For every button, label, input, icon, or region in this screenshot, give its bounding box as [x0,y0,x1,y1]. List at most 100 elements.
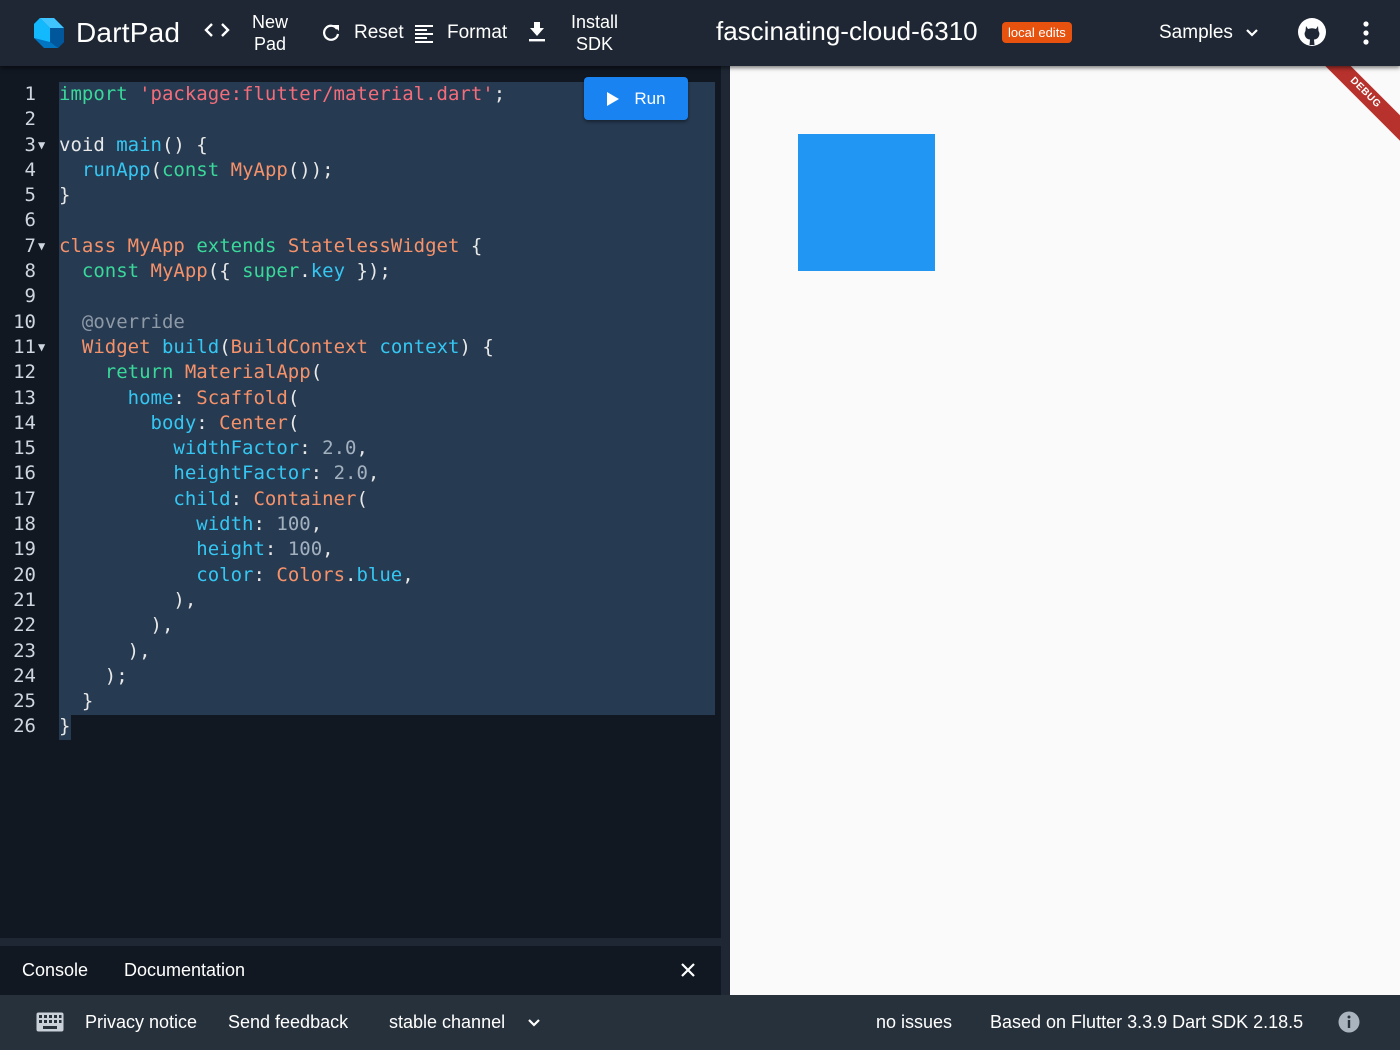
line-number: 4 [24,158,36,181]
horizontal-splitter[interactable] [0,938,721,946]
new-pad-label-1: New [252,12,289,32]
output-preview[interactable]: DEBUG [730,66,1400,995]
code-text: const MyApp({ super.key }); [59,259,391,284]
line-number: 19 [13,538,36,561]
format-button[interactable]: Format [414,22,507,44]
code-token: StatelessWidget [287,234,460,257]
code-token: : [253,563,277,586]
blue-container [798,134,935,271]
play-icon [606,91,634,107]
code-token: : [230,487,254,510]
keyboard-icon [36,1012,64,1032]
channel-dropdown[interactable]: stable channel [389,1012,541,1033]
privacy-notice-link[interactable]: Privacy notice [85,1012,197,1033]
line-number: 20 [13,563,36,586]
code-token: ( [310,361,323,384]
line-number: 21 [13,588,36,611]
code-token: @override [81,310,185,333]
line-number: 8 [24,260,36,283]
install-sdk-button[interactable] [528,22,546,42]
github-button[interactable] [1297,17,1327,47]
code-token: { [459,234,483,257]
code-editor[interactable]: 1 import 'package:flutter/material.dart';… [0,66,721,938]
code-text: ), [59,639,151,664]
code-text: ), [59,588,196,613]
code-token: : [264,538,288,561]
code-token: ()); [287,158,334,181]
code-token: : [253,513,277,536]
reset-button[interactable]: Reset [320,22,404,44]
line-number: 1 [24,83,36,105]
code-token: . [299,260,311,283]
code-text: body: Center( [59,411,300,436]
refresh-icon [320,22,342,44]
code-token: Scaffold [196,386,288,409]
code-token: color [196,563,254,586]
info-button[interactable] [1338,1011,1360,1033]
code-token: extends [196,234,277,257]
fold-arrow-icon[interactable]: ▼ [38,133,45,158]
run-button[interactable]: Run [584,77,688,120]
dartpad-logo[interactable]: DartPad [32,14,180,52]
code-text: width: 100, [59,512,322,537]
samples-dropdown[interactable]: Samples [1159,22,1259,44]
code-token: blue [356,563,403,586]
code-token: runApp [81,158,151,181]
install-sdk-label[interactable]: Install SDK [571,11,618,55]
line-number: 9 [24,285,36,308]
new-pad-label-2: Pad [253,34,287,54]
code-text: class MyApp extends StatelessWidget { [59,234,482,259]
code-token: ), [59,588,197,611]
code-token: } [59,715,71,738]
vertical-splitter[interactable] [721,66,730,995]
line-number: 16 [13,462,36,485]
tab-console[interactable]: Console [22,960,88,981]
pad-title[interactable]: fascinating-cloud-6310 [716,16,978,47]
line-number: 23 [13,639,36,662]
tab-documentation[interactable]: Documentation [124,960,245,981]
code-token: return [104,361,174,384]
install-sdk-label-1: Install [571,12,619,32]
code-token: , [367,462,380,485]
line-number: 3 [24,133,36,156]
code-text: color: Colors.blue, [59,563,413,588]
line-number: 2 [24,108,36,131]
new-pad-button[interactable]: New Pad [252,11,288,55]
code-token: key [310,260,346,283]
close-icon[interactable] [678,960,698,980]
code-token: width [196,513,254,536]
channel-label: stable channel [389,1012,506,1032]
keyboard-shortcuts-button[interactable] [36,1012,64,1032]
fold-arrow-icon[interactable]: ▼ [38,234,45,259]
code-token: build [161,335,220,358]
code-token: 100 [287,538,323,561]
format-align-icon [414,23,434,43]
code-token: home [127,386,174,409]
fold-arrow-icon[interactable]: ▼ [38,335,45,360]
samples-label: Samples [1159,22,1233,43]
code-token: . [345,563,357,586]
code-text: Widget build(BuildContext context) { [59,335,494,360]
code-token: heightFactor [173,462,311,485]
line-number: 7 [24,234,36,257]
version-info: Based on Flutter 3.3.9 Dart SDK 2.18.5 [990,1012,1304,1032]
embed-code-button[interactable] [204,20,230,40]
issues-status[interactable]: no issues [876,1012,952,1033]
send-feedback-link[interactable]: Send feedback [228,1012,348,1033]
code-text: } [59,689,93,714]
code-token: Center [219,411,288,434]
more-menu-button[interactable] [1356,20,1376,46]
code-token: ), [59,614,174,637]
